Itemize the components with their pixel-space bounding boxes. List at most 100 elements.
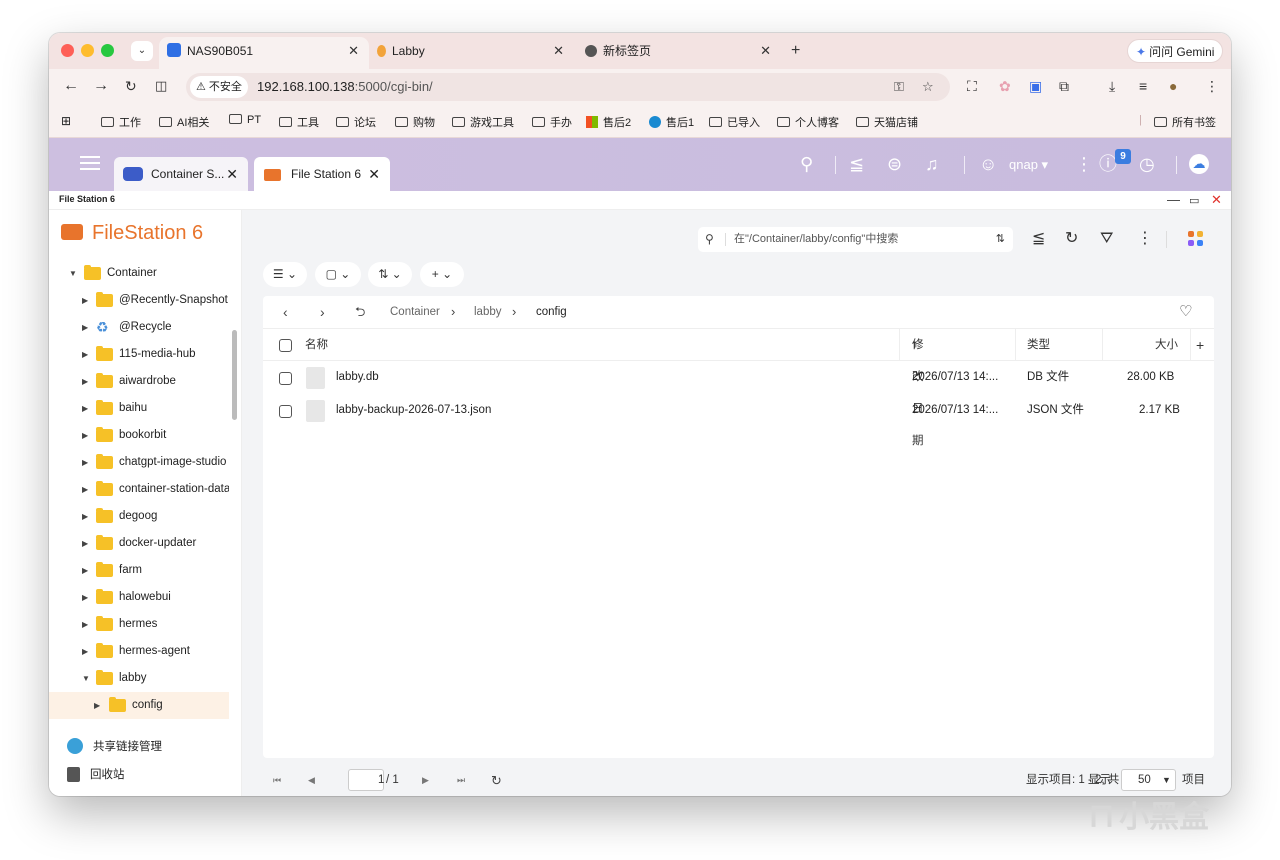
tree-node[interactable]: ▶ farm [49,557,229,584]
avatar[interactable]: ● [1169,77,1177,95]
bookmark-folder[interactable]: PT [229,114,261,126]
bookmark-folder[interactable]: 天猫店铺 [856,114,918,130]
expand-arrow-icon[interactable]: ▶ [94,692,100,719]
minimize-window-dot[interactable] [81,44,94,57]
password-key-icon[interactable]: ⚿ [894,79,904,95]
expand-arrow-icon[interactable]: ▶ [82,611,88,638]
sidebar-scrollbar[interactable] [232,330,237,420]
expand-arrow-icon[interactable]: ▶ [82,422,88,449]
browser-tab-newtab[interactable]: 新标签页 ✕ [577,37,781,69]
close-icon[interactable]: ✕ [1211,192,1222,208]
parent-folder-icon[interactable]: ⮌ [355,296,365,328]
extension-icon[interactable]: ⛶ [967,77,977,95]
expand-arrow-icon[interactable]: ▶ [82,638,88,665]
tree-node[interactable]: ▶ ♻ @Recycle [49,314,229,341]
expand-arrow-icon[interactable]: ▶ [82,368,88,395]
bookmark-folder[interactable]: 工具 [279,114,319,130]
navigation-pane-button[interactable]: ▢ ⌄ [315,262,361,287]
expand-arrow-icon[interactable]: ▶ [82,287,88,314]
qnap-tab-container-station[interactable]: Container S... ✕ [114,157,248,191]
search-input[interactable]: ⚲ 在"/Container/labby/config"中搜索 ⇅ [698,227,1013,252]
reading-list-icon[interactable]: ≡ [1139,77,1147,95]
tree-node[interactable]: ▶ 115-media-hub [49,341,229,368]
next-page-icon[interactable]: ▶ [422,765,429,796]
column-header-modified[interactable]: 修改日期 ↑ [912,329,924,447]
omnibox[interactable]: ⚠ 不安全 192.168.100.138:5000/cgi-bin/ ⚿ ☆ [186,73,950,101]
background-tasks-icon[interactable]: ≦ [1032,229,1045,249]
expand-arrow-icon[interactable]: ▶ [82,395,88,422]
tree-node[interactable]: ▶ docker-updater [49,530,229,557]
main-menu-icon[interactable] [80,156,100,170]
url-text[interactable]: 192.168.100.138:5000/cgi-bin/ [257,73,433,101]
back-icon[interactable]: ← [63,77,79,95]
tree-node[interactable]: ▶ bookorbit [49,422,229,449]
bell-icon[interactable]: ♫ [925,153,939,175]
bookmark-folder[interactable]: 购物 [395,114,435,130]
expand-arrow-icon[interactable]: ▶ [82,584,88,611]
last-page-icon[interactable]: ⏭ [457,765,465,796]
filter-icon[interactable]: ⛛ [1100,229,1113,249]
tree-node[interactable]: ▶ degoog [49,503,229,530]
search-filter-icon[interactable]: ⇅ [996,227,1005,252]
breadcrumb-item[interactable]: labby [474,296,502,328]
page-number-input[interactable]: 1 [348,769,384,791]
bookmark-folder[interactable]: 工作 [101,114,141,130]
close-tab-icon[interactable]: ✕ [226,157,238,191]
row-checkbox[interactable] [279,372,292,385]
maximize-window-dot[interactable] [101,44,114,57]
close-tab-icon[interactable]: ✕ [368,157,380,191]
column-header-type[interactable]: 类型 [1027,329,1050,361]
restore-icon[interactable]: ▭ [1189,194,1199,207]
forward-icon[interactable]: › [320,296,325,328]
tree-node[interactable]: ▶ baihu [49,395,229,422]
bookmark-link[interactable]: 售后1 [649,114,694,130]
user-menu[interactable]: qnap ▾ [1009,157,1048,173]
browser-tab-labby[interactable]: Labby ✕ [369,37,574,69]
close-tab-icon[interactable]: ✕ [348,37,359,65]
background-tasks-icon[interactable]: ≦ [849,153,864,175]
gemini-button[interactable]: ✦ 问问 Gemini [1127,39,1224,63]
close-tab-icon[interactable]: ✕ [760,37,771,65]
new-tab-button[interactable]: + [791,42,800,60]
tree-node[interactable]: ▶ hermes [49,611,229,638]
bookmark-folder[interactable]: 游戏工具 [452,114,514,130]
bookmark-folder[interactable]: 论坛 [336,114,376,130]
qnap-tab-file-station[interactable]: File Station 6 ✕ [254,157,390,191]
puzzle-icon[interactable]: ⧉ [1059,77,1069,95]
create-button[interactable]: + ⌄ [420,262,464,287]
refresh-icon[interactable]: ↻ [1065,229,1078,249]
all-bookmarks[interactable]: 所有书签 [1154,114,1216,130]
table-row[interactable]: labby.db 2026/07/13 14:... DB 文件 28.00 K… [263,361,1214,394]
tree-node[interactable]: ▶ aiwardrobe [49,368,229,395]
tree-node-container[interactable]: ▼ Container [49,260,229,287]
bookmark-link[interactable]: 售后2 [586,114,631,130]
qnap-cloud-icon[interactable]: ☁ [1189,154,1209,174]
tree-node[interactable]: ▶ chatgpt-image-studio [49,449,229,476]
expand-arrow-icon[interactable]: ▼ [82,665,90,692]
sort-button[interactable]: ⇅ ⌄ [368,262,412,287]
tab-search-button[interactable]: ⌄ [131,41,153,61]
more-icon[interactable]: ⋮ [1137,229,1153,249]
expand-arrow-icon[interactable]: ▶ [82,503,88,530]
tree-node-config-selected[interactable]: ▶ config [49,692,229,719]
bookmark-folder[interactable]: 已导入 [709,114,760,130]
expand-arrow-icon[interactable]: ▶ [82,476,88,503]
back-icon[interactable]: ‹ [283,296,288,328]
browser-tab-nas[interactable]: NAS90B051 ✕ [159,37,369,69]
column-header-size[interactable]: 大小 [1155,329,1178,361]
tree-node[interactable]: ▶ halowebui [49,584,229,611]
column-header-name[interactable]: 名称 [305,329,328,361]
expand-arrow-icon[interactable]: ▶ [82,314,88,341]
forward-icon[interactable]: → [93,77,109,95]
external-device-icon[interactable]: ⊜ [887,153,902,175]
recycle-bin-item[interactable]: 回收站 [67,766,125,782]
table-row[interactable]: labby-backup-2026-07-13.json 2026/07/13 … [263,394,1214,427]
split-view-icon[interactable]: ◫ [155,77,167,95]
refresh-icon[interactable]: ↻ [491,765,502,796]
apps-grid-icon[interactable]: ⊞ [61,114,71,128]
tree-node[interactable]: ▶ @Recently-Snapshot [49,287,229,314]
minimize-icon[interactable]: — [1167,192,1180,207]
add-column-icon[interactable]: + [1196,329,1204,361]
bookmark-star-icon[interactable]: ☆ [922,79,934,95]
browser-menu-icon[interactable]: ⋮ [1205,77,1219,95]
